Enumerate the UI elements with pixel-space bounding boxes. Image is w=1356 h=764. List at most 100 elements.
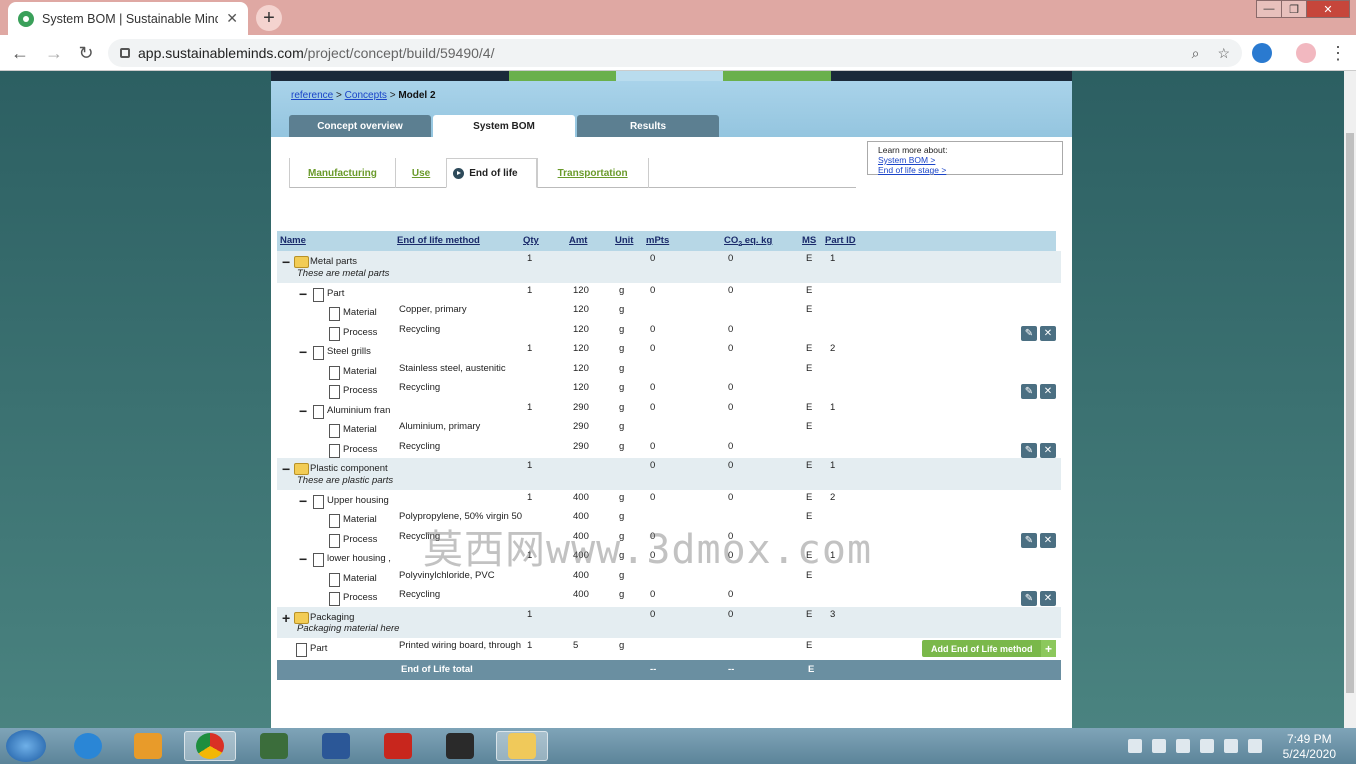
start-button[interactable] xyxy=(6,730,46,762)
solidworks-app-icon[interactable] xyxy=(372,731,424,761)
row-method[interactable]: Copper, primary xyxy=(399,304,467,315)
subtab-manufacturing-label[interactable]: Manufacturing xyxy=(308,168,377,179)
page-scrollbar[interactable] xyxy=(1344,71,1356,728)
row-method[interactable]: Printed wiring board, through xyxy=(399,640,521,651)
breadcrumb-link-reference[interactable]: reference xyxy=(291,90,333,101)
expand-icon[interactable]: + xyxy=(282,611,294,625)
col-qty[interactable]: Qty xyxy=(523,235,539,246)
delete-x-icon[interactable]: ✕ xyxy=(1040,591,1056,606)
row-method[interactable]: Recycling xyxy=(399,324,440,335)
col-name[interactable]: Name xyxy=(280,235,306,246)
edit-pencil-icon[interactable]: ✎ xyxy=(1021,442,1037,458)
add-eol-method-button[interactable]: Add End of Life method + xyxy=(922,640,1056,657)
row-method[interactable]: Stainless steel, austenitic xyxy=(399,363,506,374)
row-method[interactable]: Recycling xyxy=(399,589,440,600)
breadcrumb-link-concepts[interactable]: Concepts xyxy=(345,90,387,101)
learn-system-bom-link[interactable]: System BOM > xyxy=(878,155,1052,165)
edit-pencil-icon[interactable]: ✎ xyxy=(1021,532,1037,548)
collapse-icon[interactable]: − xyxy=(282,255,294,269)
action-center-icon[interactable] xyxy=(1224,739,1238,753)
delete-x-icon[interactable]: ✕ xyxy=(1040,325,1056,341)
chrome-app-icon[interactable] xyxy=(184,731,236,761)
game-app-icon[interactable] xyxy=(434,731,486,761)
subtab-use[interactable]: Use xyxy=(394,158,446,188)
table-row[interactable]: − Plastic component 1 0 0 E 1 xyxy=(277,458,1061,478)
row-method[interactable]: Aluminium, primary xyxy=(399,421,480,432)
subtab-transportation[interactable]: Transportation xyxy=(536,158,649,188)
col-ms[interactable]: MS xyxy=(802,235,816,246)
table-row[interactable]: − Steel grills 1 120 g 0 0 E 2 xyxy=(277,341,1061,361)
table-row[interactable]: Process Recycling 400 g 0 0 ✎ ✕ xyxy=(277,587,1061,607)
table-row[interactable]: − Aluminium fran 1 290 g 0 0 E 1 xyxy=(277,400,1061,420)
back-arrow-icon[interactable]: ← xyxy=(8,41,32,65)
table-row[interactable]: Material Copper, primary 120 g E xyxy=(277,302,1061,322)
tab-results[interactable]: Results xyxy=(577,115,719,137)
collapse-icon[interactable]: − xyxy=(299,552,311,566)
speaker-icon[interactable] xyxy=(1200,739,1214,753)
col-co2[interactable]: CO2 eq. kg xyxy=(724,235,772,248)
forward-arrow-icon[interactable]: → xyxy=(42,41,66,65)
col-mpts[interactable]: mPts xyxy=(646,235,669,246)
nav-segment[interactable] xyxy=(723,71,831,81)
col-unit[interactable]: Unit xyxy=(615,235,633,246)
table-row[interactable]: Process Recycling 120 g 0 0 ✎ ✕ xyxy=(277,380,1061,400)
col-part-id[interactable]: Part ID xyxy=(825,235,856,246)
nav-segment-active[interactable] xyxy=(616,71,724,81)
minimize-button[interactable]: — xyxy=(1256,0,1282,18)
edit-pencil-icon[interactable]: ✎ xyxy=(1021,591,1037,606)
system-clock[interactable]: 7:49 PM 5/24/2020 xyxy=(1283,732,1336,762)
delete-x-icon[interactable]: ✕ xyxy=(1040,442,1056,458)
table-row[interactable]: − Metal parts 1 0 0 E 1 xyxy=(277,251,1061,271)
tray-icon[interactable] xyxy=(1128,739,1142,753)
profile-avatar[interactable] xyxy=(1296,43,1316,63)
address-bar[interactable]: app.sustainableminds.com/project/concept… xyxy=(108,39,1242,67)
extension-icon[interactable] xyxy=(1252,43,1272,63)
col-amt[interactable]: Amt xyxy=(569,235,587,246)
flag-icon[interactable] xyxy=(1248,739,1262,753)
collapse-icon[interactable]: − xyxy=(299,404,311,418)
collapse-icon[interactable]: − xyxy=(282,462,294,476)
col-eol-method[interactable]: End of life method xyxy=(397,235,480,246)
edit-pencil-icon[interactable]: ✎ xyxy=(1021,384,1037,399)
new-tab-button[interactable]: + xyxy=(256,5,282,31)
table-row[interactable]: Material Aluminium, primary 290 g E xyxy=(277,419,1061,439)
table-row[interactable]: − Part 1 120 g 0 0 E xyxy=(277,283,1061,303)
system-app-icon[interactable] xyxy=(248,731,300,761)
delete-x-icon[interactable]: ✕ xyxy=(1040,532,1056,548)
scrollbar-thumb[interactable] xyxy=(1346,133,1354,693)
table-row[interactable]: − Upper housing 1 400 g 0 0 E 2 xyxy=(277,490,1061,510)
ie-app-icon[interactable] xyxy=(62,731,114,761)
row-method[interactable]: Recycling xyxy=(399,382,440,393)
learn-eol-stage-link[interactable]: End of life stage > xyxy=(878,165,1052,175)
row-method[interactable]: Recycling xyxy=(399,441,440,452)
subtab-use-label[interactable]: Use xyxy=(412,168,430,179)
edit-pencil-icon[interactable]: ✎ xyxy=(1021,325,1037,341)
bookmark-star-icon[interactable]: ☆ xyxy=(1217,45,1230,62)
delete-x-icon[interactable]: ✕ xyxy=(1040,384,1056,399)
window-close-button[interactable]: ✕ xyxy=(1306,0,1350,18)
subtab-transportation-label[interactable]: Transportation xyxy=(558,168,628,179)
tab-concept-overview[interactable]: Concept overview xyxy=(289,115,431,137)
zoom-icon[interactable]: ⌕ xyxy=(1192,45,1200,62)
tab-close-icon[interactable]: ✕ xyxy=(226,10,238,27)
maximize-button[interactable]: ❐ xyxy=(1281,0,1307,18)
reload-icon[interactable]: ↻ xyxy=(74,41,98,65)
media-player-app-icon[interactable] xyxy=(122,731,174,761)
table-row[interactable]: Material Stainless steel, austenitic 120… xyxy=(277,361,1061,381)
menu-dots-icon[interactable]: ⋮ xyxy=(1326,41,1350,65)
file-explorer-app-icon[interactable] xyxy=(496,731,548,761)
network-icon[interactable] xyxy=(1176,739,1190,753)
volume-icon[interactable] xyxy=(1152,739,1166,753)
collapse-icon[interactable]: − xyxy=(299,287,311,301)
subtab-manufacturing[interactable]: Manufacturing xyxy=(289,158,395,188)
nav-segment[interactable] xyxy=(509,71,617,81)
subtab-end-of-life[interactable]: End of life xyxy=(446,158,537,188)
table-row[interactable]: Process Recycling 120 g 0 0 ✎ ✕ xyxy=(277,322,1061,342)
collapse-icon[interactable]: − xyxy=(299,494,311,508)
table-row[interactable]: Process Recycling 290 g 0 0 ✎ ✕ xyxy=(277,439,1061,459)
table-row[interactable]: Part Printed wiring board, through 1 5 g… xyxy=(277,638,1061,658)
browser-tab[interactable]: System BOM | Sustainable Minds ✕ xyxy=(8,2,248,35)
collapse-icon[interactable]: − xyxy=(299,345,311,359)
word-app-icon[interactable] xyxy=(310,731,362,761)
tab-system-bom[interactable]: System BOM xyxy=(433,115,575,137)
